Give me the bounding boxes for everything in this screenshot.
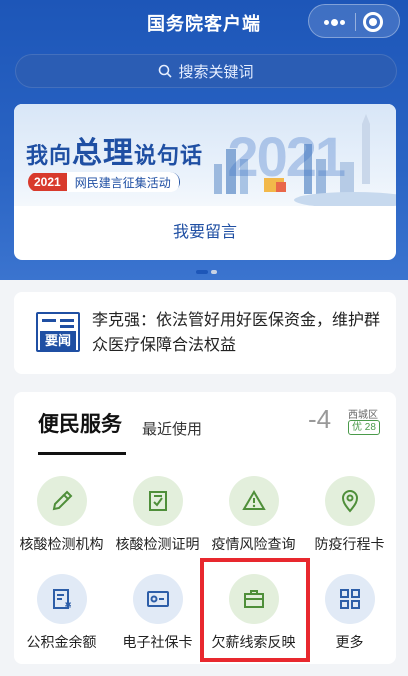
weather-temperature: -4 — [308, 404, 332, 434]
close-mini-program-icon[interactable] — [363, 12, 383, 32]
svg-text:¥: ¥ — [65, 602, 72, 611]
news-icon-label: 要闻 — [40, 331, 76, 350]
banner-activity-name: 网民建言征集活动 — [66, 172, 180, 192]
service-label: 公积金余额 — [26, 634, 97, 650]
certificate-icon — [133, 476, 183, 526]
social-security-card-icon — [133, 574, 183, 624]
banner-activity-tag: 2021 网民建言征集活动 — [28, 172, 180, 192]
search-input[interactable]: 搜索关键词 — [15, 54, 397, 88]
service-label: 核酸检测证明 — [115, 536, 200, 552]
search-placeholder: 搜索关键词 — [178, 63, 254, 81]
carousel-indicator — [196, 270, 220, 288]
fund-document-icon: ¥ — [37, 574, 87, 624]
news-card[interactable]: 要闻 李克强：依法管好用好医保资金，维护群众医疗保障合法权益 — [14, 292, 396, 374]
capsule-divider — [355, 13, 356, 31]
tab-recently-used[interactable]: 最近使用 — [142, 418, 202, 439]
service-nucleic-test-certificate[interactable]: 核酸检测证明 — [110, 476, 205, 566]
search-icon — [159, 64, 173, 78]
dropper-icon — [37, 476, 87, 526]
service-label: 核酸检测机构 — [19, 536, 104, 552]
service-label: 疫情风险查询 — [211, 536, 296, 552]
service-label: 更多 — [335, 634, 364, 650]
service-nucleic-test-institution[interactable]: 核酸检测机构 — [14, 476, 109, 566]
service-housing-fund-balance[interactable]: ¥ 公积金余额 — [14, 574, 109, 664]
news-headline[interactable]: 李克强：依法管好用好医保资金，维护群众医疗保障合法权益 — [92, 308, 382, 358]
banner-headline-post: 说句话 — [134, 143, 204, 169]
service-label: 防疫行程卡 — [314, 536, 385, 552]
banner-year-decoration: 2021 — [227, 125, 346, 188]
news-icon: 要闻 — [36, 312, 80, 352]
banner-headline-emphasis: 总理 — [72, 136, 135, 171]
air-quality-badge: 优 28 — [348, 420, 380, 435]
carousel-dot — [211, 270, 217, 274]
service-travel-card[interactable]: 防疫行程卡 — [302, 476, 397, 566]
banner-image[interactable]: 2021 我向总理说句话 2021 网民建言征集活动 — [14, 104, 396, 206]
tab-convenience-services[interactable]: 便民服务 — [38, 408, 122, 438]
red-highlight-box — [200, 558, 310, 662]
active-tab-underline — [38, 452, 126, 455]
service-epidemic-risk-query[interactable]: 疫情风险查询 — [206, 476, 301, 566]
mini-program-capsule — [308, 4, 400, 38]
weather-widget[interactable]: -4 西城区 优 28 — [308, 404, 382, 444]
service-label: 电子社保卡 — [122, 634, 193, 650]
service-social-security-card[interactable]: 电子社保卡 — [110, 574, 205, 664]
banner-headline: 我向总理说句话 — [26, 128, 203, 172]
warning-icon — [229, 476, 279, 526]
more-options-icon[interactable] — [317, 5, 351, 39]
leave-message-button[interactable]: 我要留言 — [14, 206, 396, 260]
banner-activity-year: 2021 — [28, 173, 67, 191]
service-more[interactable]: 更多 — [302, 574, 397, 664]
grid-more-icon — [325, 574, 375, 624]
title-bar: 国务院客户端 — [0, 0, 408, 44]
location-pin-icon — [325, 476, 375, 526]
banner-card[interactable]: 2021 我向总理说句话 2021 网民建言征集活动 我要留言 — [14, 104, 396, 260]
weather-district: 西城区 — [348, 410, 378, 421]
carousel-dot-active — [196, 270, 208, 274]
banner-headline-pre: 我向 — [26, 143, 73, 169]
